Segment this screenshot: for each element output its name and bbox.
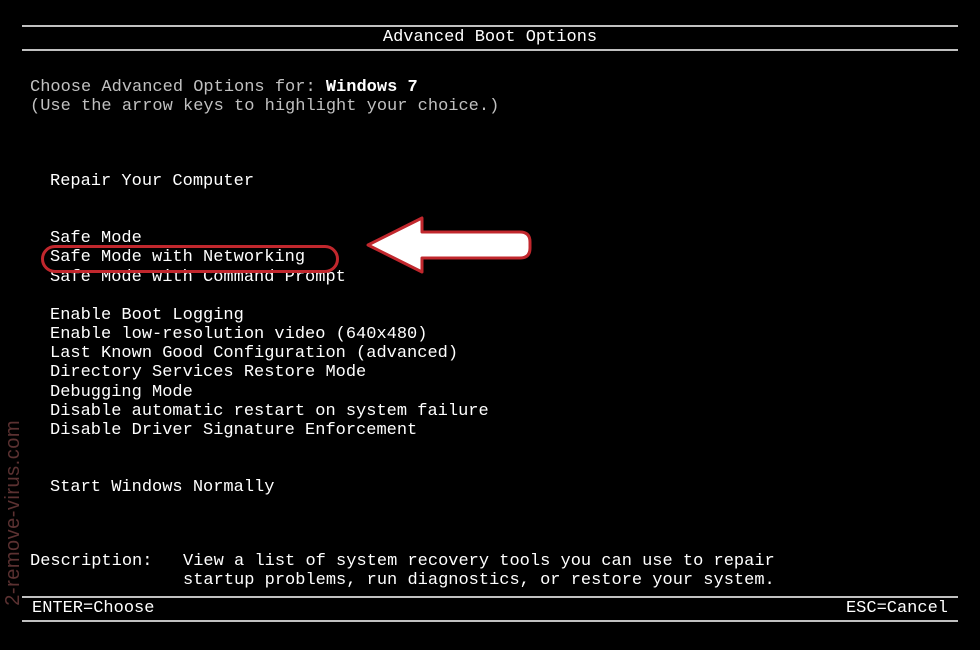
watermark-text: 2-remove-virus.com: [2, 420, 25, 606]
prompt-prefix: Choose Advanced Options for:: [30, 78, 326, 97]
title-bar: Advanced Boot Options: [22, 25, 958, 51]
page-title: Advanced Boot Options: [383, 28, 597, 47]
menu-item-enable-boot-logging[interactable]: Enable Boot Logging: [50, 306, 950, 325]
arrow-hint: (Use the arrow keys to highlight your ch…: [30, 97, 950, 116]
description-line1: View a list of system recovery tools you…: [183, 552, 775, 571]
menu-item-safe-mode-command-prompt[interactable]: Safe Mode with Command Prompt: [50, 268, 950, 287]
menu-item-low-res-video[interactable]: Enable low-resolution video (640x480): [50, 325, 950, 344]
os-name: Windows 7: [326, 78, 418, 97]
footer-enter: ENTER=Choose: [32, 598, 154, 620]
menu-item-directory-services-restore[interactable]: Directory Services Restore Mode: [50, 363, 950, 382]
menu-item-debugging-mode[interactable]: Debugging Mode: [50, 383, 950, 402]
description-line2: startup problems, run diagnostics, or re…: [30, 571, 775, 590]
menu-item-disable-auto-restart[interactable]: Disable automatic restart on system fail…: [50, 402, 950, 421]
menu-item-last-known-good[interactable]: Last Known Good Configuration (advanced): [50, 344, 950, 363]
boot-options-screen: Advanced Boot Options Choose Advanced Op…: [0, 0, 980, 650]
menu-item-safe-mode[interactable]: Safe Mode: [50, 229, 950, 248]
boot-menu[interactable]: Repair Your Computer Safe Mode Safe Mode…: [50, 172, 950, 497]
footer-esc: ESC=Cancel: [846, 598, 948, 620]
menu-item-safe-mode-networking[interactable]: Safe Mode with Networking: [50, 248, 950, 267]
menu-item-repair-your-computer[interactable]: Repair Your Computer: [50, 172, 950, 191]
menu-item-start-windows-normally[interactable]: Start Windows Normally: [50, 478, 950, 497]
body-area: Choose Advanced Options for: Windows 7 (…: [30, 78, 950, 590]
choose-prompt: Choose Advanced Options for: Windows 7: [30, 78, 950, 97]
footer-bar: ENTER=Choose ESC=Cancel: [22, 596, 958, 622]
menu-item-disable-driver-sig[interactable]: Disable Driver Signature Enforcement: [50, 421, 950, 440]
description-label: Description:: [30, 552, 183, 571]
description-block: Description: View a list of system recov…: [30, 552, 950, 590]
